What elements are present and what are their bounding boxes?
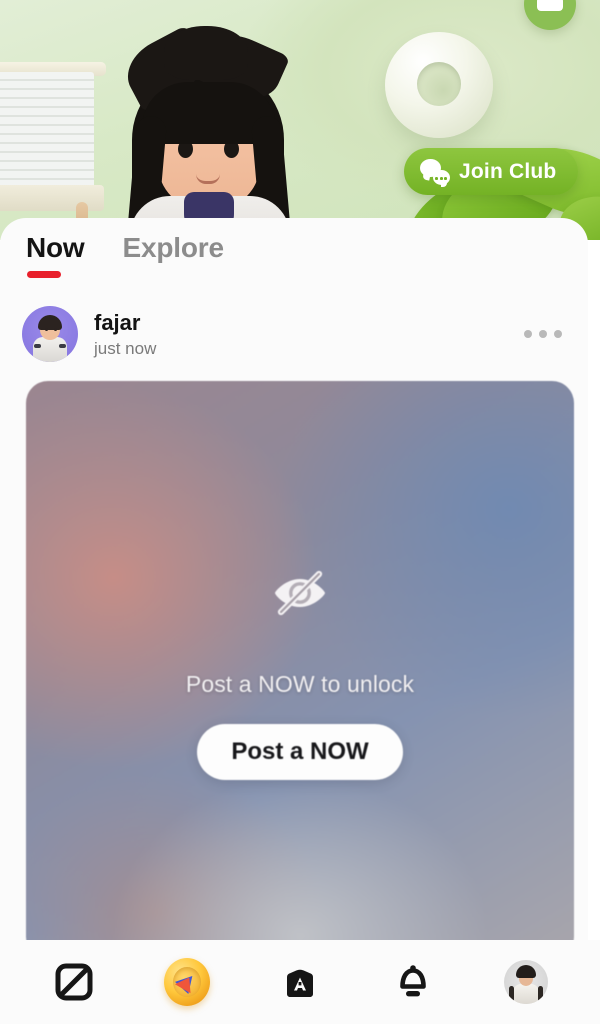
app-root: Join Club Now Explore fajar just now Pos…: [0, 0, 600, 1024]
more-horizontal-icon[interactable]: [522, 320, 564, 348]
user-avatar-icon[interactable]: [22, 306, 78, 362]
locked-post-card[interactable]: Post a NOW to unlock Post a NOW: [26, 381, 574, 959]
tab-explore-label: Explore: [122, 232, 225, 263]
post-now-button[interactable]: Post a NOW: [197, 723, 403, 780]
coin-arrow-icon: [164, 958, 211, 1006]
eye-slash-icon: [275, 570, 325, 615]
nav-item-notifications[interactable]: [381, 950, 445, 1014]
moments-icon: [55, 963, 93, 1001]
shelf-edge-decor: [0, 185, 104, 211]
nav-item-coin[interactable]: [155, 950, 219, 1014]
post-header: fajar just now: [0, 306, 588, 362]
locked-overlay: Post a NOW to unlock Post a NOW: [26, 381, 574, 959]
join-club-button[interactable]: Join Club: [404, 148, 579, 195]
donut-ring-decor: [385, 32, 493, 138]
tab-now[interactable]: Now: [26, 232, 85, 278]
bell-icon: [399, 965, 426, 997]
active-tab-indicator: [27, 271, 61, 278]
tab-explore[interactable]: Explore: [122, 232, 225, 278]
minimize-icon[interactable]: [524, 0, 576, 30]
nav-item-moments[interactable]: [42, 950, 106, 1014]
post-meta: fajar just now: [94, 310, 156, 359]
tab-bar: Now Explore: [0, 232, 224, 278]
locked-message: Post a NOW to unlock: [185, 670, 415, 697]
tab-now-label: Now: [26, 232, 85, 263]
window-blind-decor: [0, 72, 94, 190]
bottom-navigation-bar: [0, 940, 600, 1024]
content-sheet: Now Explore fajar just now Post a NOW to…: [0, 218, 588, 1024]
hero-banner: Join Club: [0, 0, 600, 240]
profile-avatar-icon: [503, 960, 548, 1004]
nav-item-shop[interactable]: [268, 950, 332, 1014]
join-club-label: Join Club: [459, 159, 557, 183]
nav-item-profile[interactable]: [494, 950, 558, 1014]
shop-home-icon: [286, 969, 313, 997]
post-timestamp: just now: [94, 338, 157, 358]
avatar-character-3d: [108, 23, 308, 240]
post-username: fajar: [94, 309, 141, 335]
wechat-bubbles-icon: [420, 158, 450, 187]
